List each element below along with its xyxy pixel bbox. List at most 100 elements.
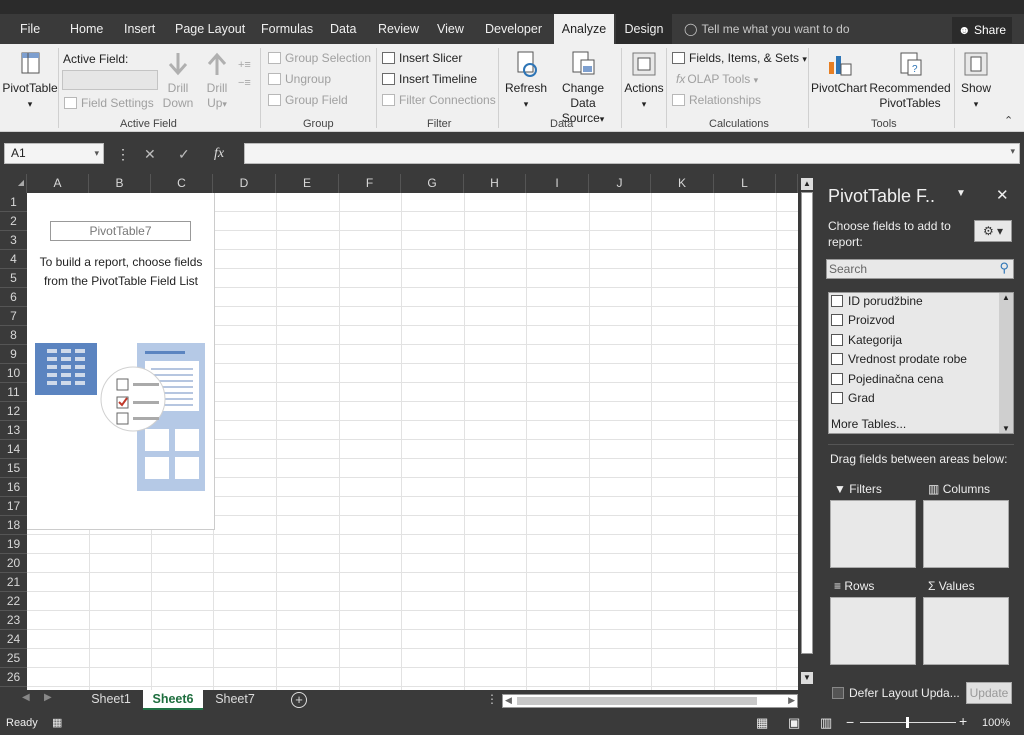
field-item[interactable]: Vrednost prodate robe bbox=[831, 351, 967, 367]
drill-up-button[interactable]: Drill Up▾ bbox=[199, 50, 235, 112]
olap-tools-button[interactable]: fx OLAP Tools ▾ bbox=[676, 71, 758, 88]
row-header[interactable]: 7 bbox=[0, 307, 27, 326]
row-header[interactable]: 2 bbox=[0, 212, 27, 231]
insert-timeline-button[interactable]: Insert Timeline bbox=[382, 71, 477, 87]
actions-button[interactable]: Actions ▾ bbox=[624, 50, 664, 112]
tab-split-handle-icon[interactable]: ⋮ bbox=[486, 692, 498, 706]
pivottable-placeholder[interactable]: PivotTable7 To build a report, choose fi… bbox=[27, 193, 215, 530]
row-header[interactable]: 26 bbox=[0, 668, 27, 687]
refresh-button[interactable]: Refresh ▾ bbox=[504, 50, 548, 112]
column-header[interactable]: F bbox=[339, 174, 401, 193]
checkbox[interactable] bbox=[831, 392, 843, 404]
horizontal-scroll-thumb[interactable] bbox=[517, 697, 757, 705]
column-header[interactable]: G bbox=[401, 174, 464, 193]
tab-data[interactable]: Data bbox=[324, 14, 362, 44]
row-header[interactable]: 1 bbox=[0, 193, 27, 212]
column-header[interactable]: I bbox=[526, 174, 589, 193]
row-header[interactable]: 16 bbox=[0, 478, 27, 497]
checkbox[interactable] bbox=[831, 334, 843, 346]
enter-icon[interactable]: ✓ bbox=[178, 146, 190, 163]
worksheet-grid[interactable]: ◢ A B C D E F G H I J K L 1 2 3 4 5 6 7 … bbox=[0, 174, 798, 690]
defer-checkbox[interactable] bbox=[832, 687, 844, 699]
tab-insert[interactable]: Insert bbox=[118, 14, 161, 44]
row-header[interactable]: 10 bbox=[0, 364, 27, 383]
tab-file[interactable]: File bbox=[14, 14, 46, 44]
filter-connections-button[interactable]: Filter Connections bbox=[382, 92, 496, 108]
page-layout-view-icon[interactable]: ▣ bbox=[788, 715, 800, 731]
row-header[interactable]: 5 bbox=[0, 269, 27, 288]
insert-function-icon[interactable]: fx bbox=[214, 146, 224, 162]
scroll-down-icon[interactable]: ▼ bbox=[999, 424, 1013, 433]
vertical-scrollbar[interactable]: ▲ ▼ bbox=[798, 174, 816, 690]
row-header[interactable]: 18 bbox=[0, 516, 27, 535]
row-header[interactable]: 15 bbox=[0, 459, 27, 478]
field-settings-button[interactable]: Field Settings bbox=[64, 95, 154, 111]
active-field-input[interactable] bbox=[62, 70, 158, 90]
macro-record-icon[interactable]: ▦ bbox=[52, 716, 62, 729]
row-header[interactable]: 22 bbox=[0, 592, 27, 611]
close-icon[interactable]: ✕ bbox=[996, 186, 1009, 204]
collapse-ribbon-icon[interactable]: ⌃ bbox=[1004, 114, 1013, 127]
ungroup-button[interactable]: Ungroup bbox=[268, 71, 331, 87]
tab-design[interactable]: Design bbox=[616, 14, 672, 44]
rows-drop-area[interactable] bbox=[830, 597, 916, 665]
column-header-partial[interactable] bbox=[776, 174, 798, 193]
row-header[interactable]: 20 bbox=[0, 554, 27, 573]
tell-me-box[interactable]: ◯ Tell me what you want to do bbox=[684, 14, 850, 44]
field-item[interactable]: Proizvod bbox=[831, 312, 895, 328]
fields-items-sets-button[interactable]: Fields, Items, & Sets ▾ bbox=[672, 50, 807, 67]
checkbox[interactable] bbox=[831, 295, 843, 307]
group-selection-button[interactable]: Group Selection bbox=[268, 50, 371, 66]
row-header[interactable]: 8 bbox=[0, 326, 27, 345]
pane-options-chevron-icon[interactable]: ▼ bbox=[956, 188, 966, 199]
page-break-view-icon[interactable]: ▥ bbox=[820, 715, 832, 731]
tab-formulas[interactable]: Formulas bbox=[255, 14, 319, 44]
update-button[interactable]: Update bbox=[966, 682, 1012, 704]
cancel-icon[interactable]: ✕ bbox=[144, 146, 156, 163]
search-input[interactable]: Search ⚲ bbox=[826, 259, 1014, 279]
tab-home[interactable]: Home bbox=[64, 14, 109, 44]
row-header[interactable]: 6 bbox=[0, 288, 27, 307]
share-button[interactable]: ☻ Share bbox=[952, 17, 1012, 43]
row-header[interactable]: 9 bbox=[0, 345, 27, 364]
scroll-right-icon[interactable]: ▶ bbox=[788, 695, 795, 706]
row-header[interactable]: 14 bbox=[0, 440, 27, 459]
scroll-up-icon[interactable]: ▲ bbox=[801, 178, 813, 190]
checkbox[interactable] bbox=[831, 353, 843, 365]
values-drop-area[interactable] bbox=[923, 597, 1009, 665]
column-header[interactable]: E bbox=[276, 174, 339, 193]
field-item[interactable]: ID porudžbine bbox=[831, 293, 923, 309]
relationships-button[interactable]: Relationships bbox=[672, 92, 761, 108]
more-tables-link[interactable]: More Tables... bbox=[831, 416, 906, 432]
drill-down-button[interactable]: Drill Down bbox=[160, 50, 196, 111]
tab-review[interactable]: Review bbox=[372, 14, 425, 44]
row-header[interactable]: 17 bbox=[0, 497, 27, 516]
prev-sheet-icon[interactable]: ◀ bbox=[22, 692, 30, 703]
next-sheet-icon[interactable]: ▶ bbox=[44, 692, 52, 703]
zoom-out-icon[interactable]: − bbox=[846, 714, 854, 730]
scroll-down-icon[interactable]: ▼ bbox=[801, 672, 813, 684]
tab-developer[interactable]: Developer bbox=[479, 14, 548, 44]
row-header[interactable]: 25 bbox=[0, 649, 27, 668]
row-header[interactable]: 21 bbox=[0, 573, 27, 592]
columns-drop-area[interactable] bbox=[923, 500, 1009, 568]
pivottable-button[interactable]: PivotTable ▾ bbox=[2, 50, 58, 112]
insert-slicer-button[interactable]: Insert Slicer bbox=[382, 50, 462, 66]
name-box[interactable]: A1 ▾ bbox=[4, 143, 104, 164]
sheet-tab-active[interactable]: Sheet6 bbox=[143, 690, 203, 710]
add-sheet-icon[interactable]: + bbox=[291, 692, 307, 708]
group-field-button[interactable]: Group Field bbox=[268, 92, 348, 108]
show-button[interactable]: Show ▾ bbox=[956, 50, 996, 112]
row-header[interactable]: 3 bbox=[0, 231, 27, 250]
row-header[interactable]: 4 bbox=[0, 250, 27, 269]
column-header[interactable]: D bbox=[213, 174, 276, 193]
formula-input[interactable]: ▾ bbox=[244, 143, 1020, 164]
scroll-up-icon[interactable]: ▲ bbox=[999, 293, 1013, 302]
search-icon[interactable]: ⚲ bbox=[999, 260, 1009, 276]
recommended-pivottables-button[interactable]: ? Recommended PivotTables bbox=[868, 50, 952, 111]
column-header[interactable]: L bbox=[714, 174, 776, 193]
tab-view[interactable]: View bbox=[431, 14, 470, 44]
filters-drop-area[interactable] bbox=[830, 500, 916, 568]
tab-page-layout[interactable]: Page Layout bbox=[169, 14, 251, 44]
normal-view-icon[interactable]: ▦ bbox=[756, 715, 768, 731]
